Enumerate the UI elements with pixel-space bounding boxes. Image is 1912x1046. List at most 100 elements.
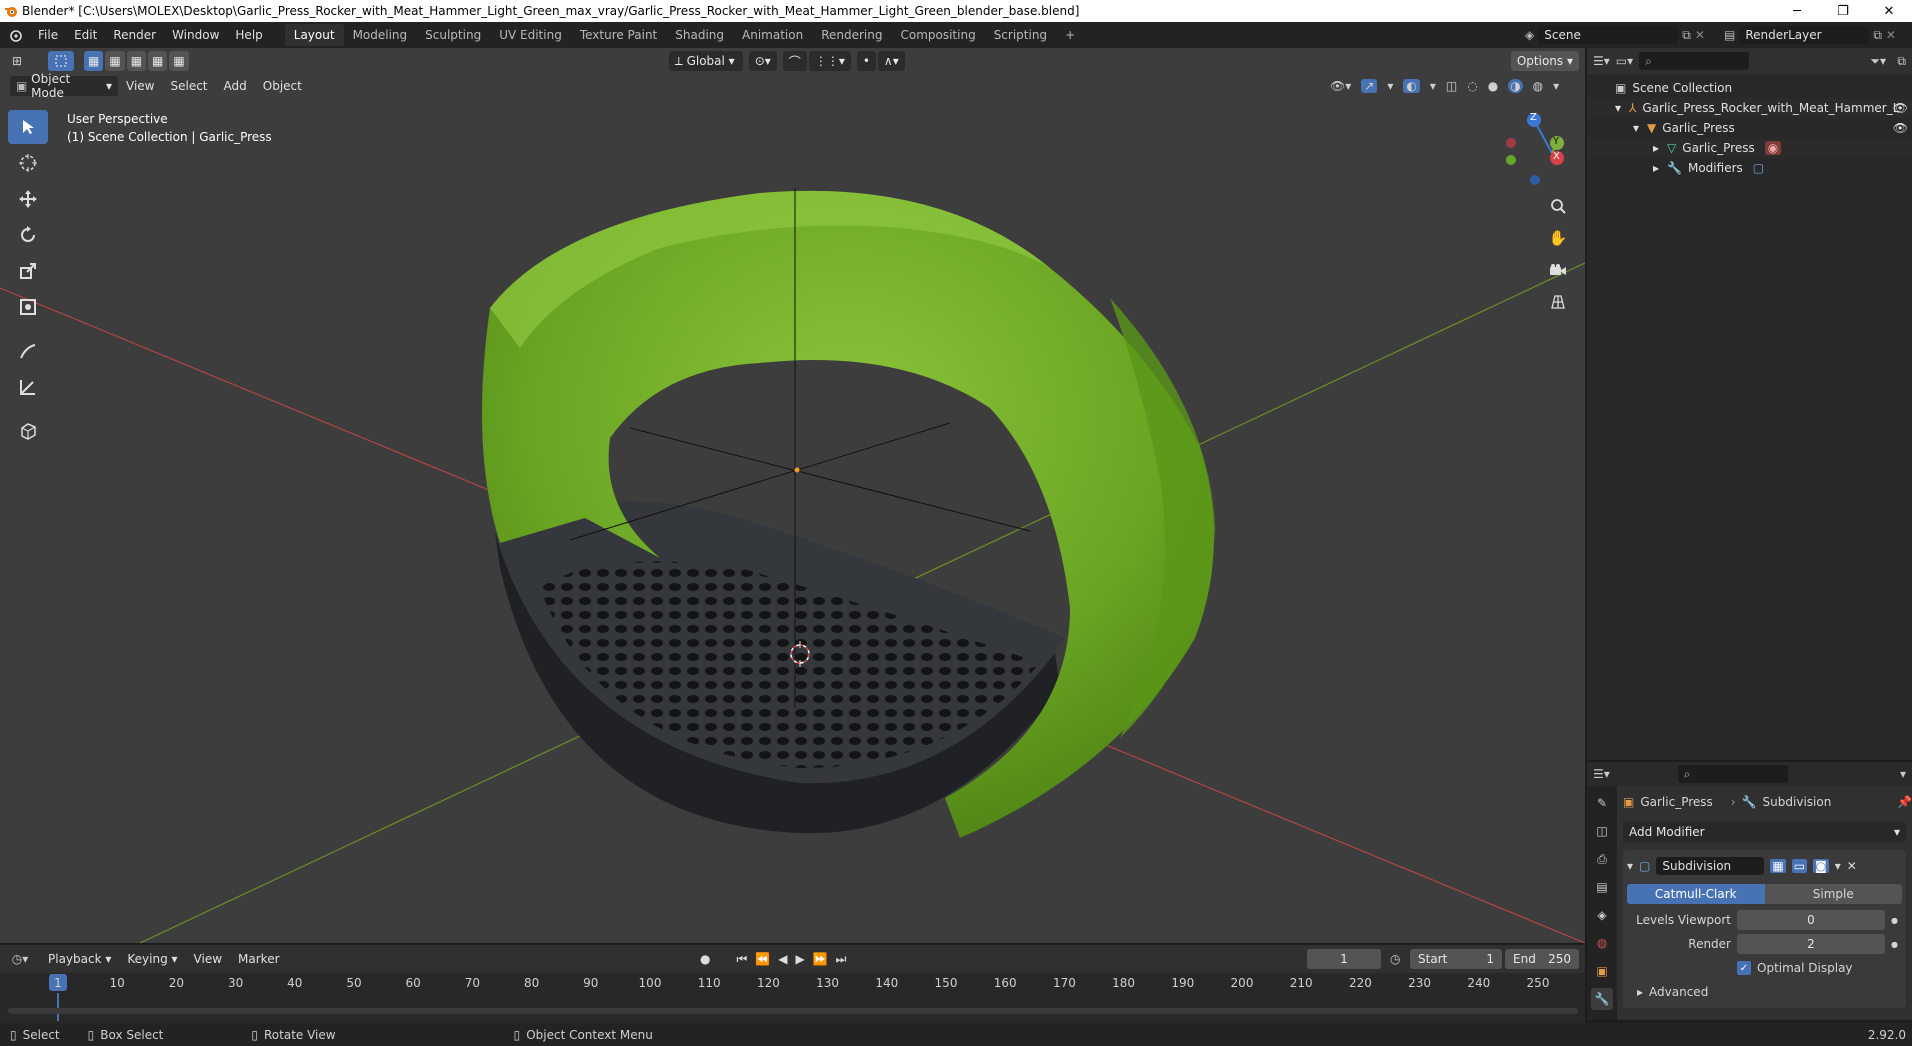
tab-compositing[interactable]: Compositing xyxy=(891,24,984,46)
proportional-edit-toggle[interactable]: • xyxy=(856,51,876,71)
catmull-clark-button[interactable]: Catmull-Clark xyxy=(1627,884,1765,904)
snap-toggle[interactable]: ⌒ xyxy=(782,51,807,71)
timeline-menu-marker[interactable]: Marker xyxy=(230,952,287,966)
restore-button[interactable]: ❐ xyxy=(1820,0,1866,22)
select-invert-icon[interactable]: ▦ xyxy=(148,51,168,71)
collapse-arrow-icon[interactable]: ▾ xyxy=(1627,859,1633,873)
tab-scripting[interactable]: Scripting xyxy=(985,24,1056,46)
viewport-menu-select[interactable]: Select xyxy=(162,79,215,93)
pivot-point-dropdown[interactable]: ⊙▾ xyxy=(748,51,777,71)
filter-icon[interactable]: ⏷▾ xyxy=(1870,54,1886,69)
pin-icon[interactable]: 📌 xyxy=(1897,795,1912,809)
end-frame-field[interactable]: End 250 xyxy=(1505,949,1579,969)
xray-toggle-icon[interactable]: ◫ xyxy=(1446,79,1457,93)
snap-target-dropdown[interactable]: ⋮⋮▾ xyxy=(808,51,851,71)
transform-tool-icon[interactable] xyxy=(8,290,48,324)
render-layer-icon[interactable]: ▤ xyxy=(1724,28,1735,42)
zoom-icon[interactable] xyxy=(1545,193,1571,219)
keyframe-dot-icon[interactable]: ● xyxy=(1891,940,1898,949)
rotate-tool-icon[interactable] xyxy=(8,218,48,252)
simple-button[interactable]: Simple xyxy=(1764,884,1902,904)
scene-tab-icon[interactable]: ◈ xyxy=(1591,904,1613,926)
add-cube-tool-icon[interactable] xyxy=(8,414,48,448)
select-intersect-icon[interactable]: ▦ xyxy=(169,51,189,71)
viewport-menu-object[interactable]: Object xyxy=(255,79,310,93)
add-modifier-dropdown[interactable]: Add Modifier ▾ xyxy=(1623,822,1906,842)
transform-orientation-dropdown[interactable]: ⟂ Global ▾ xyxy=(668,51,743,71)
pan-hand-icon[interactable]: ✋ xyxy=(1545,225,1571,251)
new-collection-icon[interactable]: ⧉ xyxy=(1897,54,1906,69)
preview-range-icon[interactable]: ◷ xyxy=(1390,952,1400,966)
wireframe-shading-icon[interactable]: ◌ xyxy=(1467,79,1477,93)
menu-render[interactable]: Render xyxy=(105,28,164,42)
ortho-grid-icon[interactable] xyxy=(1545,289,1571,315)
visibility-eye-icon[interactable]: 👁 xyxy=(1893,121,1908,135)
keyframe-dot-icon[interactable]: ● xyxy=(1891,916,1898,925)
timeline-ruler[interactable]: 1 10 20 30 40 50 60 70 80 90 100 110 120 130 140 150 16… xyxy=(0,973,1585,993)
jump-keyframe-forward-icon[interactable]: ⏩ xyxy=(813,952,828,967)
timeline-scrollbar[interactable] xyxy=(8,1008,1578,1014)
timeline-menu-playback[interactable]: Playback ▾ xyxy=(40,952,119,966)
tab-modeling[interactable]: Modeling xyxy=(344,24,417,46)
editor-type-icon[interactable]: ⊞ xyxy=(0,54,34,68)
remove-modifier-icon[interactable]: ✕ xyxy=(1847,859,1857,873)
render-layer-field[interactable]: RenderLayer xyxy=(1739,26,1870,44)
jump-start-icon[interactable]: ⏮ xyxy=(736,952,747,967)
properties-editor-icon[interactable]: ☰▾ xyxy=(1593,767,1610,781)
tab-uv-editing[interactable]: UV Editing xyxy=(490,24,571,46)
play-reverse-icon[interactable]: ◀ xyxy=(778,952,787,967)
optimal-display-checkbox[interactable]: ✓ xyxy=(1737,961,1751,975)
auto-keying-icon[interactable]: ● xyxy=(700,952,710,967)
solid-shading-icon[interactable]: ● xyxy=(1488,79,1498,93)
jump-keyframe-back-icon[interactable]: ⏪ xyxy=(755,952,770,967)
viewport-toggle-icon[interactable]: ▭ xyxy=(1791,859,1808,873)
outliner-row-garlic-press-object[interactable]: ▾ ▼ Garlic_Press 👁 xyxy=(1587,118,1912,138)
outliner-row-garlic-press-mesh[interactable]: ▸ ▽ Garlic_Press ◉ xyxy=(1587,138,1912,158)
close-window-button[interactable]: ✕ xyxy=(1866,0,1912,22)
subdivision-modifier-icon[interactable]: ▢ xyxy=(1753,161,1764,175)
expand-arrow-icon[interactable]: ▾ xyxy=(1615,101,1621,115)
add-workspace-button[interactable]: + xyxy=(1056,24,1084,46)
properties-options-icon[interactable]: ▾ xyxy=(1900,767,1906,781)
levels-viewport-field[interactable]: 0 xyxy=(1737,910,1885,930)
gizmo-z-label[interactable]: Z xyxy=(1530,112,1537,123)
timeline-menu-view[interactable]: View xyxy=(186,952,230,966)
output-tab-icon[interactable]: ⎙ xyxy=(1591,848,1613,870)
tab-animation[interactable]: Animation xyxy=(733,24,812,46)
object-tab-icon[interactable]: ▣ xyxy=(1591,960,1613,982)
jump-end-icon[interactable]: ⏭ xyxy=(836,952,847,967)
timeline-editor-icon[interactable]: ◷▾ xyxy=(0,952,40,966)
visibility-icon[interactable]: 👁▾ xyxy=(1330,79,1351,93)
new-scene-icon[interactable]: ⧉ xyxy=(1682,28,1691,43)
select-new-icon[interactable]: ▦ xyxy=(84,51,104,71)
select-extend-icon[interactable]: ▦ xyxy=(105,51,125,71)
modifier-tab-icon[interactable]: 🔧 xyxy=(1591,988,1613,1010)
menu-edit[interactable]: Edit xyxy=(66,28,105,42)
gizmo-toggle-icon[interactable]: ↗ xyxy=(1361,79,1378,93)
menu-window[interactable]: Window xyxy=(164,28,227,42)
properties-search-input[interactable]: ⌕ xyxy=(1677,765,1788,783)
viewport-menu-view[interactable]: View xyxy=(118,79,162,93)
tab-layout[interactable]: Layout xyxy=(284,24,344,46)
render-tab-icon[interactable]: ◫ xyxy=(1591,820,1613,842)
render-toggle-icon[interactable]: ◙ xyxy=(1813,859,1829,873)
edit-mode-toggle-icon[interactable]: ▦ xyxy=(1770,859,1786,873)
falloff-dropdown[interactable]: ∧▾ xyxy=(877,51,905,71)
render-levels-field[interactable]: 2 xyxy=(1737,934,1885,954)
expand-arrow-icon[interactable]: ▸ xyxy=(1653,141,1659,155)
mode-dropdown[interactable]: ▣ Object Mode ▾ xyxy=(10,72,118,100)
outliner-row-root-collection[interactable]: ▾ ⅄ Garlic_Press_Rocker_with_Meat_Hammer… xyxy=(1587,98,1912,118)
select-box-tool-icon[interactable] xyxy=(8,110,48,144)
cursor-tool-icon[interactable] xyxy=(8,146,48,180)
camera-view-icon[interactable] xyxy=(1545,257,1571,283)
viewport-menu-add[interactable]: Add xyxy=(216,79,255,93)
tab-shading[interactable]: Shading xyxy=(666,24,733,46)
display-mode-icon[interactable]: ▭▾ xyxy=(1616,54,1633,68)
overlay-toggle-icon[interactable]: ◐ xyxy=(1403,79,1420,93)
minimize-button[interactable]: ─ xyxy=(1774,0,1820,22)
blender-menu-icon[interactable] xyxy=(0,28,30,42)
outliner-row-modifiers[interactable]: ▸ 🔧 Modifiers ▢ xyxy=(1587,158,1912,178)
advanced-section[interactable]: ▸ Advanced xyxy=(1627,980,1902,1004)
tab-sculpting[interactable]: Sculpting xyxy=(416,24,490,46)
outliner-search-input[interactable]: ⌕ xyxy=(1639,52,1750,70)
